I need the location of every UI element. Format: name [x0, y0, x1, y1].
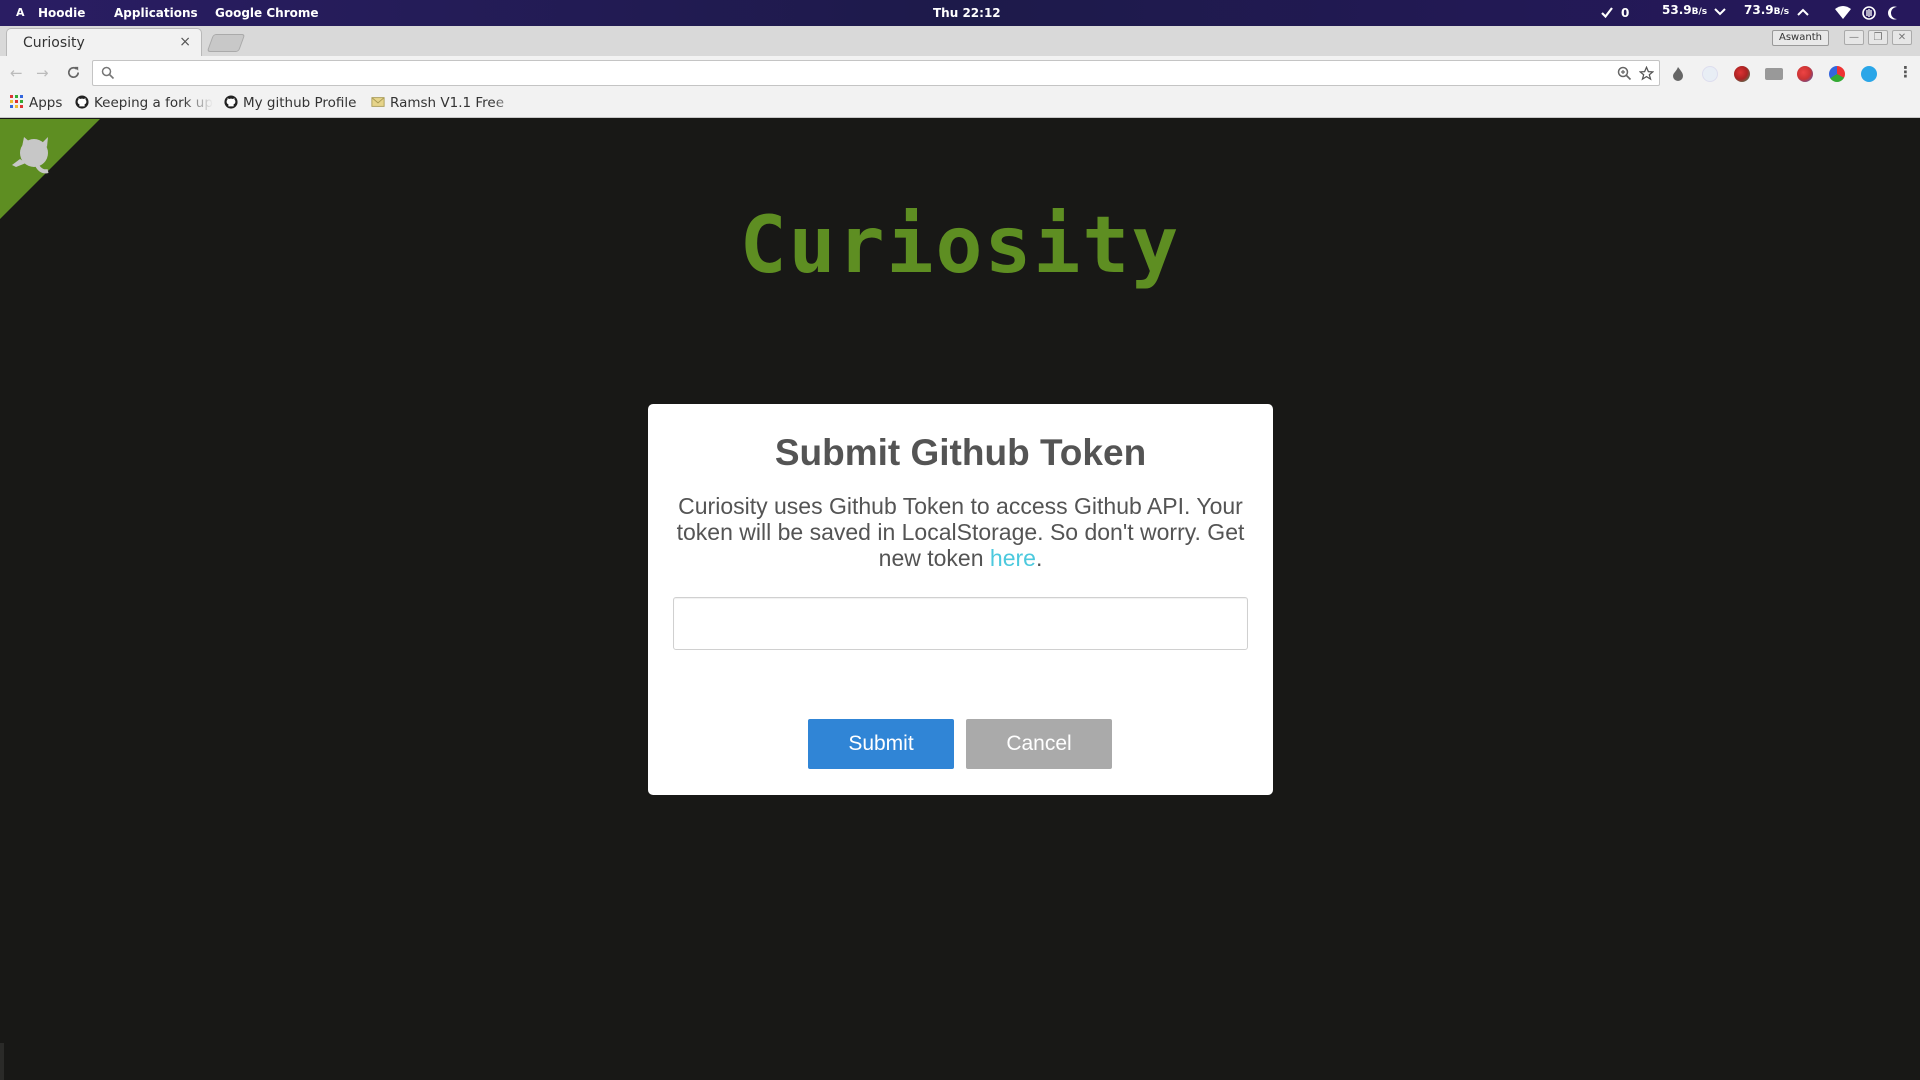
- net-up-unit: B/s: [1773, 7, 1790, 17]
- power-icon[interactable]: [1887, 5, 1901, 21]
- extension-icon[interactable]: [1765, 68, 1783, 80]
- bookmark-label: Ramsh V1.1 Free: [390, 95, 505, 111]
- github-icon: [224, 95, 238, 109]
- back-arrow-icon[interactable]: ←: [10, 64, 23, 82]
- close-window-button[interactable]: ✕: [1892, 30, 1912, 45]
- net-down-speed: 53.9B/s: [1662, 3, 1707, 17]
- applications-menu[interactable]: Applications: [114, 6, 198, 20]
- github-icon: [75, 95, 89, 109]
- browser-tab[interactable]: Curiosity ×: [6, 28, 202, 56]
- browser-toolbar: ← → ⋮: [0, 56, 1920, 90]
- tab-close-icon[interactable]: ×: [179, 34, 191, 50]
- address-bar[interactable]: [92, 60, 1660, 86]
- apps-grid-icon: [10, 95, 23, 108]
- new-tab-button[interactable]: [206, 34, 246, 52]
- net-up-value: 73.9: [1744, 3, 1774, 17]
- zoom-icon[interactable]: [1617, 66, 1632, 81]
- dialog-text: Curiosity uses Github Token to access Gi…: [676, 493, 1245, 571]
- dialog-title: Submit Github Token: [774, 432, 1147, 473]
- chevron-up-icon[interactable]: [1797, 7, 1809, 17]
- dialog-description: Curiosity uses Github Token to access Gi…: [670, 493, 1251, 571]
- bookmark-keeping-a-fork[interactable]: Keeping a fork up: [75, 95, 213, 111]
- extension-icon[interactable]: [1702, 66, 1718, 82]
- page-content: Curiosity Submit Github Token Curiosity …: [0, 119, 1920, 1080]
- chevron-down-icon[interactable]: [1714, 7, 1726, 17]
- activities-button[interactable]: A: [16, 6, 25, 19]
- wifi-icon[interactable]: [1835, 6, 1851, 19]
- clock[interactable]: Thu 22:12: [933, 6, 1001, 20]
- token-dialog: Submit Github Token Curiosity uses Githu…: [648, 404, 1273, 795]
- maximize-button[interactable]: ❐: [1868, 30, 1888, 45]
- minimize-button[interactable]: —: [1844, 30, 1864, 45]
- bookmark-label: Apps: [29, 95, 63, 111]
- net-down-unit: B/s: [1691, 7, 1708, 17]
- url-input[interactable]: [121, 64, 1601, 82]
- net-down-value: 53.9: [1662, 3, 1692, 17]
- cancel-button[interactable]: Cancel: [966, 719, 1112, 769]
- bookmark-label: My github Profile: [243, 95, 357, 111]
- bookmark-ramsh[interactable]: Ramsh V1.1 Free: [371, 95, 517, 111]
- tab-title: Curiosity: [23, 35, 85, 51]
- sound-icon[interactable]: [1861, 5, 1877, 21]
- checkmark-icon: [1601, 7, 1613, 19]
- dock-edge: [0, 1043, 4, 1080]
- forward-arrow-icon[interactable]: →: [36, 64, 49, 82]
- reload-icon[interactable]: [66, 65, 81, 80]
- chrome-menu-icon[interactable]: ⋮: [1898, 63, 1913, 81]
- bookmark-label: Keeping a fork up: [94, 95, 213, 111]
- user-menu[interactable]: Hoodie: [38, 6, 85, 20]
- system-top-bar: A Hoodie Applications Google Chrome Thu …: [0, 0, 1920, 26]
- bookmarks-bar: Apps Keeping a fork up My github Profile…: [0, 90, 1920, 118]
- extension-icon[interactable]: [1829, 66, 1845, 82]
- bookmark-star-icon[interactable]: [1639, 66, 1654, 81]
- extension-icon[interactable]: [1734, 66, 1750, 82]
- extension-icon[interactable]: [1861, 66, 1877, 82]
- task-count[interactable]: 0: [1621, 6, 1629, 20]
- submit-button[interactable]: Submit: [808, 719, 954, 769]
- app-menu[interactable]: Google Chrome: [215, 6, 319, 20]
- token-input[interactable]: [673, 597, 1248, 650]
- search-icon: [101, 66, 115, 80]
- extension-icon[interactable]: [1797, 66, 1813, 82]
- tab-strip: Curiosity × Aswanth — ❐ ✕: [0, 26, 1920, 56]
- bookmark-my-github-profile[interactable]: My github Profile: [224, 95, 357, 111]
- envelope-icon: [371, 97, 385, 107]
- bookmark-apps[interactable]: Apps: [10, 95, 62, 111]
- get-token-link[interactable]: here: [990, 545, 1036, 571]
- net-up-speed: 73.9B/s: [1744, 3, 1789, 17]
- dialog-text-end: .: [1035, 545, 1043, 571]
- profile-button[interactable]: Aswanth: [1772, 30, 1829, 46]
- app-title: Curiosity: [739, 201, 1181, 291]
- extension-fire-icon[interactable]: [1670, 66, 1686, 82]
